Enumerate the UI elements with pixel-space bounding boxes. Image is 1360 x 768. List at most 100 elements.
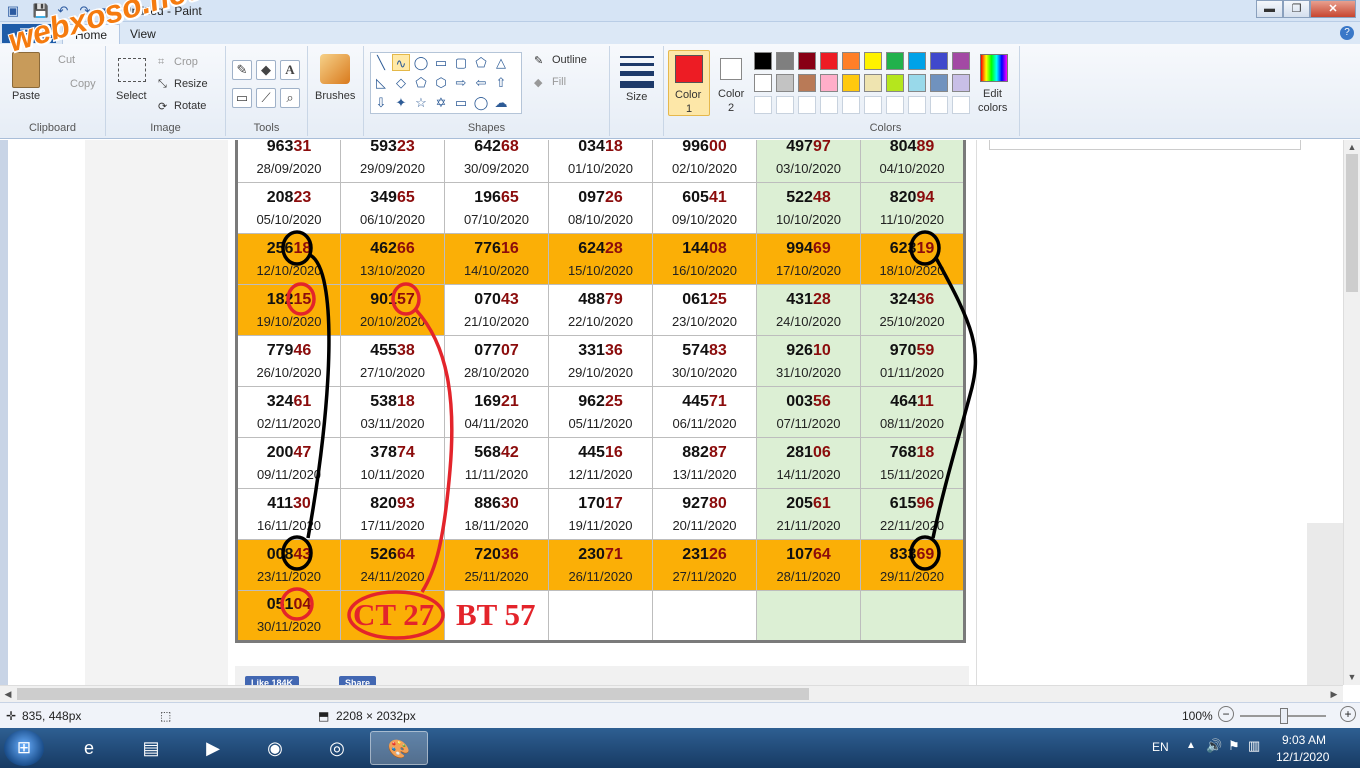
palette-swatch[interactable]	[930, 52, 948, 70]
undo-icon[interactable]: ↶	[54, 3, 72, 19]
start-button[interactable]: ⊞	[4, 730, 44, 766]
taskbar-explorer-icon[interactable]: ▤	[122, 731, 180, 765]
left-arrow-shape-icon[interactable]: ⇦	[472, 74, 490, 91]
palette-swatch[interactable]	[842, 52, 860, 70]
flag-icon[interactable]: ⚑	[1228, 738, 1240, 754]
palette-empty-slot[interactable]	[798, 96, 816, 114]
outline-icon[interactable]: ✎	[534, 54, 543, 67]
palette-swatch[interactable]	[952, 52, 970, 70]
zoom-slider[interactable]	[1240, 708, 1326, 724]
facebook-share-button[interactable]: Share	[339, 676, 377, 685]
volume-icon[interactable]: 🔊	[1206, 738, 1222, 754]
brushes-icon[interactable]	[320, 54, 350, 84]
palette-swatch[interactable]	[842, 74, 860, 92]
diamond-shape-icon[interactable]: ◇	[392, 74, 410, 91]
hexagon-shape-icon[interactable]: ⬡	[432, 74, 450, 91]
minimize-button[interactable]: ▬	[1256, 0, 1283, 18]
taskbar-chrome-icon[interactable]: ◉	[246, 731, 304, 765]
fill-icon[interactable]: ◆	[534, 76, 542, 89]
close-button[interactable]: ✕	[1310, 0, 1356, 18]
palette-empty-slot[interactable]	[908, 96, 926, 114]
palette-swatch[interactable]	[930, 74, 948, 92]
palette-swatch[interactable]	[952, 74, 970, 92]
scroll-down-arrow-icon[interactable]: ▼	[1346, 672, 1358, 682]
palette-empty-slot[interactable]	[842, 96, 860, 114]
down-arrow-shape-icon[interactable]: ⇩	[372, 94, 390, 111]
brushes-button[interactable]: Brushes	[315, 90, 355, 102]
horizontal-scrollbar[interactable]: ◀ ▶	[0, 685, 1343, 702]
outline-button[interactable]: Outline	[552, 54, 587, 66]
clock-date[interactable]: 12/1/2020	[1276, 750, 1329, 764]
oval-shape-icon[interactable]: ◯	[412, 54, 430, 71]
six-point-star-shape-icon[interactable]: ✡	[432, 94, 450, 111]
right-triangle-shape-icon[interactable]: ◺	[372, 74, 390, 91]
triangle-shape-icon[interactable]: △	[492, 54, 510, 71]
palette-swatch[interactable]	[798, 52, 816, 70]
palette-swatch[interactable]	[908, 52, 926, 70]
up-arrow-shape-icon[interactable]: ⇧	[492, 74, 510, 91]
palette-swatch[interactable]	[908, 74, 926, 92]
tab-home[interactable]: Home	[62, 24, 121, 44]
right-arrow-shape-icon[interactable]: ⇨	[452, 74, 470, 91]
vertical-scroll-thumb[interactable]	[1346, 154, 1358, 292]
cut-button[interactable]: Cut	[58, 54, 75, 66]
magnifier-icon[interactable]: ⌕	[280, 88, 300, 108]
taskbar-media-icon[interactable]: ▶	[184, 731, 242, 765]
line-shape-icon[interactable]: ╲	[372, 54, 390, 71]
palette-swatch[interactable]	[886, 52, 904, 70]
paste-icon[interactable]	[12, 52, 40, 88]
resize-button[interactable]: Resize	[174, 78, 208, 90]
palette-swatch[interactable]	[820, 74, 838, 92]
five-point-star-shape-icon[interactable]: ☆	[412, 94, 430, 111]
file-menu-button[interactable]: ☰ ▾	[2, 24, 56, 43]
image-canvas[interactable]: 96331 28/09/2020 59323 29/09/2020 64268 30/09…	[8, 140, 1343, 685]
color2-button[interactable]: Color 2	[712, 50, 752, 116]
palette-empty-slot[interactable]	[864, 96, 882, 114]
palette-swatch[interactable]	[754, 52, 772, 70]
save-icon[interactable]: 💾	[32, 3, 50, 19]
copy-button[interactable]: Copy	[70, 78, 96, 90]
palette-empty-slot[interactable]	[754, 96, 772, 114]
help-icon[interactable]: ?	[1340, 26, 1354, 40]
clock-time[interactable]: 9:03 AM	[1282, 733, 1326, 747]
palette-swatch[interactable]	[776, 74, 794, 92]
pencil-icon[interactable]: ✎	[232, 60, 252, 80]
palette-empty-slot[interactable]	[952, 96, 970, 114]
fill-bucket-icon[interactable]: ◆	[256, 60, 276, 80]
facebook-like-button[interactable]: Like 184K	[245, 676, 300, 685]
crop-button[interactable]: Crop	[174, 56, 198, 68]
edit-colors-button[interactable]: Edit colors	[974, 50, 1014, 116]
rotate-icon[interactable]: ⟳	[158, 100, 167, 113]
palette-swatch[interactable]	[754, 74, 772, 92]
callout-oval-shape-icon[interactable]: ◯	[472, 94, 490, 111]
fill-button[interactable]: Fill	[552, 76, 566, 88]
taskbar-paint-icon[interactable]: 🎨	[370, 731, 428, 765]
color-picker-icon[interactable]: ⟋	[256, 88, 276, 108]
paint-app-icon[interactable]: ▣	[4, 3, 22, 19]
color1-button[interactable]: Color 1	[668, 50, 710, 116]
paste-button[interactable]: Paste	[12, 90, 40, 102]
palette-empty-slot[interactable]	[886, 96, 904, 114]
palette-swatch[interactable]	[776, 52, 794, 70]
palette-empty-slot[interactable]	[820, 96, 838, 114]
vertical-scrollbar[interactable]: ▲ ▼	[1343, 140, 1360, 685]
scroll-up-arrow-icon[interactable]: ▲	[1346, 142, 1358, 152]
palette-swatch[interactable]	[798, 74, 816, 92]
horizontal-scroll-thumb[interactable]	[17, 688, 809, 700]
taskbar-coccoc-icon[interactable]: ◎	[308, 731, 366, 765]
scroll-right-arrow-icon[interactable]: ▶	[1328, 689, 1340, 700]
customize-quick-access-icon[interactable]: ▾	[96, 3, 114, 19]
text-tool-icon[interactable]: A	[280, 60, 300, 80]
four-point-star-shape-icon[interactable]: ✦	[392, 94, 410, 111]
polygon-shape-icon[interactable]: ⬠	[472, 54, 490, 71]
rectangle-shape-icon[interactable]: ▭	[432, 54, 450, 71]
taskbar-ie-icon[interactable]: e	[60, 731, 118, 765]
callout-rect-shape-icon[interactable]: ▭	[452, 94, 470, 111]
crop-icon[interactable]: ⌗	[158, 56, 164, 69]
rounded-rectangle-shape-icon[interactable]: ▢	[452, 54, 470, 71]
rotate-button[interactable]: Rotate	[174, 100, 206, 112]
pentagon-shape-icon[interactable]: ⬠	[412, 74, 430, 91]
palette-empty-slot[interactable]	[930, 96, 948, 114]
tray-expand-icon[interactable]: ▲	[1186, 740, 1196, 751]
callout-cloud-shape-icon[interactable]: ☁	[492, 94, 510, 111]
